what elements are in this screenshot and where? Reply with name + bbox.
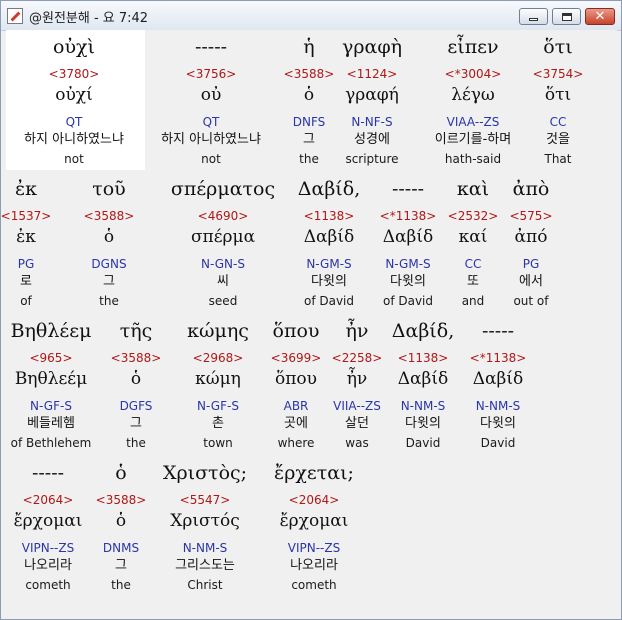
korean-gloss: 다윗의 [480, 416, 516, 431]
minimize-icon [529, 18, 538, 21]
greek-word: ὅτι [543, 36, 573, 58]
close-button[interactable]: ✕ [585, 8, 615, 25]
morph-code: N-NM-S [475, 399, 521, 413]
app-window: @원전분해 - 요 7:42 ✕ οὐχὶ <3780> οὐχί QT 하지 아니하였… [0, 0, 622, 620]
strong-number: <3780> [48, 67, 100, 81]
lemma: ὅτι [544, 85, 572, 105]
lemma: οὐχί [55, 85, 93, 105]
maximize-button[interactable] [552, 8, 581, 25]
maximize-icon [561, 12, 572, 21]
strong-number: <3754> [532, 67, 584, 81]
close-icon: ✕ [594, 9, 606, 24]
minimize-button[interactable] [519, 8, 548, 25]
english-gloss: That [544, 152, 572, 166]
morph-code: VIPN--ZS [287, 541, 341, 555]
strong-number: <575> [509, 209, 553, 223]
english-gloss: David [480, 436, 516, 450]
app-icon[interactable] [7, 8, 23, 24]
lemma: ἀπό [514, 227, 548, 247]
morph-code: QT [65, 115, 83, 129]
english-gloss: cometh [291, 578, 337, 592]
greek-word: ----- [481, 320, 515, 342]
korean-gloss: 하지 아니하였느냐 [24, 132, 124, 147]
window-title: @원전분해 - 요 7:42 [29, 11, 149, 26]
strong-number: <2064> [288, 493, 340, 507]
korean-gloss: 나오리라 [290, 558, 338, 573]
lemma: ἔρχομαι [279, 511, 349, 531]
korean-gloss: 에서 [519, 274, 543, 289]
interlinear-panel: οὐχὶ <3780> οὐχί QT 하지 아니하였느냐 not ----- <3756> ο… [1, 30, 617, 613]
morph-code: CC [549, 115, 567, 129]
greek-word: οὐχὶ [53, 36, 95, 58]
lemma: Δαβίδ [472, 369, 524, 389]
greek-word: ἔρχεται; [274, 462, 354, 484]
strong-number: <*1138> [469, 351, 527, 365]
greek-word: ἀπὸ [512, 178, 550, 200]
morph-code: PG [522, 257, 540, 271]
english-gloss: not [64, 152, 84, 166]
english-gloss: out of [513, 294, 549, 308]
title-bar[interactable]: @원전분해 - 요 7:42 ✕ [1, 1, 621, 31]
korean-gloss: 것을 [546, 132, 570, 147]
